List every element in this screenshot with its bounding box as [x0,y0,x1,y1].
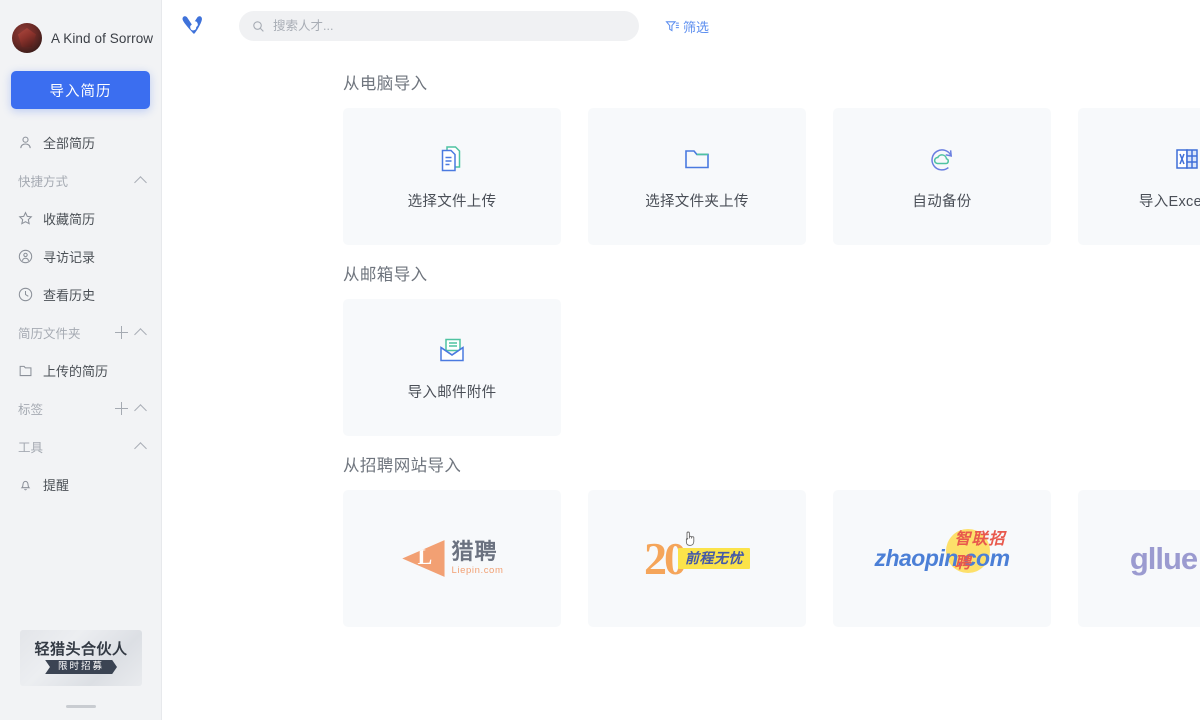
section-title-computer: 从电脑导入 [343,75,428,93]
app-logo-icon [182,16,202,34]
bell-icon [20,480,31,490]
qiancheng-logo: 20 前程无忧 [644,535,750,581]
promo-banner[interactable]: 轻猎头合伙人 限时招募 [20,630,142,686]
sidebar-group-tools[interactable]: 工具 [0,427,161,465]
card-row-job-sites: L 猎聘 Liepin.com 20 前程无忧 zhaopin.com 智联招聘… [162,490,1200,627]
section-title-job-sites: 从招聘网站导入 [343,457,462,475]
zhaopin-logo: zhaopin.com 智联招聘 [874,529,1010,573]
gllue-name-en: gllue [1129,540,1198,576]
job-site-gllue[interactable]: gllue 谷露 [1078,490,1200,627]
user-circle-icon [18,249,33,263]
liepin-triangle-icon: L [402,540,445,577]
chevron-up-icon[interactable] [134,402,147,415]
sidebar-group-label: 标签 [18,402,44,417]
sidebar-group-label: 快捷方式 [18,174,69,189]
sidebar-item-uploaded-resumes[interactable]: 上传的简历 [0,351,161,389]
sidebar-item-label: 收藏简历 [43,211,96,227]
documents-icon [441,146,461,172]
sidebar-item-label: 提醒 [43,477,70,493]
search-box[interactable] [239,11,639,41]
sidebar-group-tags[interactable]: 标签 [0,389,161,427]
clock-icon [18,287,33,301]
sidebar-item-all-resumes[interactable]: 全部简历 [0,123,161,161]
sidebar-group-shortcuts[interactable]: 快捷方式 [0,161,161,199]
liepin-name-en: Liepin.com [451,565,504,576]
card-import-mail-attachment[interactable]: 导入邮件附件 [343,299,561,436]
sidebar-nav: 全部简历 快捷方式 收藏简历 寻访记录 查看历史 简历文件夹 上传的简历 标签 … [0,123,161,503]
search-icon [253,20,264,32]
sidebar-item-visit-records[interactable]: 寻访记录 [0,237,161,275]
card-label: 导入邮件附件 [407,385,497,401]
window-controls [1190,11,1200,41]
filter-label: 筛选 [683,19,710,35]
app-window: A Kind of Sorrow 导入简历 全部简历 快捷方式 收藏简历 寻访记… [0,0,1200,720]
cloud-sync-icon [931,149,953,171]
main-area: 筛选 从电脑导入 [162,0,1200,720]
folder-open-icon [685,150,709,169]
mail-open-icon [440,338,464,362]
card-label: 选择文件上传 [407,194,497,210]
sidebar-group-resume-folders[interactable]: 简历文件夹 [0,313,161,351]
chevron-up-icon[interactable] [134,174,147,187]
sidebar-item-label: 上传的简历 [43,363,109,379]
chevron-up-icon[interactable] [134,440,147,453]
sidebar-item-label: 全部简历 [43,135,96,151]
sidebar-item-label: 寻访记录 [43,249,96,265]
avatar[interactable] [12,23,42,53]
card-select-file-upload[interactable]: 选择文件上传 [343,108,561,245]
job-site-qiancheng[interactable]: 20 前程无忧 [588,490,806,627]
section-title-mailbox: 从邮箱导入 [343,266,428,284]
sidebar: A Kind of Sorrow 导入简历 全部简历 快捷方式 收藏简历 寻访记… [0,0,162,720]
topbar: 筛选 [162,0,1200,52]
card-label: 自动备份 [912,194,972,210]
promo-carousel-indicator[interactable] [65,705,96,708]
content-scroll-area[interactable]: 从电脑导入 选择文件上传 选择文件夹上传 自动备份 导入Exce 从邮箱导入 导… [162,52,1200,720]
gllue-logo: gllue 谷露 [1130,543,1200,575]
qiancheng-name-cn: 前程无忧 [678,547,750,570]
profile-name: A Kind of Sorrow [51,30,154,46]
job-site-liepin[interactable]: L 猎聘 Liepin.com [343,490,561,627]
sidebar-item-favorites[interactable]: 收藏简历 [0,199,161,237]
card-import-excel[interactable]: 导入Excel表格 [1078,108,1200,245]
filter-icon [665,20,679,32]
promo-ribbon-label: 限时招募 [45,660,117,675]
folder-icon [19,365,32,376]
card-label: 导入Excel表格 [1138,194,1200,210]
sidebar-item-reminders[interactable]: 提醒 [0,465,161,503]
card-row-mailbox: 导入邮件附件 [162,299,1200,436]
zhaopin-name-cn: 智联招聘 [954,531,1006,572]
import-resume-button[interactable]: 导入简历 [11,71,150,109]
card-auto-backup[interactable]: 自动备份 [833,108,1051,245]
sidebar-group-label: 工具 [18,440,44,455]
search-input[interactable] [273,19,626,33]
liepin-name-cn: 猎聘 [451,539,498,564]
card-select-folder-upload[interactable]: 选择文件夹上传 [588,108,806,245]
filter-button[interactable]: 筛选 [665,17,709,36]
add-folder-icon[interactable] [114,325,129,340]
card-label: 选择文件夹上传 [645,194,749,210]
sidebar-group-label: 简历文件夹 [18,326,81,341]
minimize-button[interactable] [1190,11,1200,41]
star-icon [18,210,33,225]
liepin-mark: L [417,543,433,569]
add-tag-icon[interactable] [114,401,129,416]
sidebar-item-label: 查看历史 [43,287,96,303]
promo-title: 轻猎头合伙人 [34,640,128,658]
job-site-zhaopin[interactable]: zhaopin.com 智联招聘 [833,490,1051,627]
liepin-logo: L 猎聘 Liepin.com [401,539,504,579]
sidebar-item-history[interactable]: 查看历史 [0,275,161,313]
user-icon [20,136,31,148]
excel-icon [1176,149,1198,169]
profile-header[interactable]: A Kind of Sorrow [0,0,161,58]
chevron-up-icon[interactable] [134,326,147,339]
card-row-computer: 选择文件上传 选择文件夹上传 自动备份 导入Exce [162,108,1200,245]
